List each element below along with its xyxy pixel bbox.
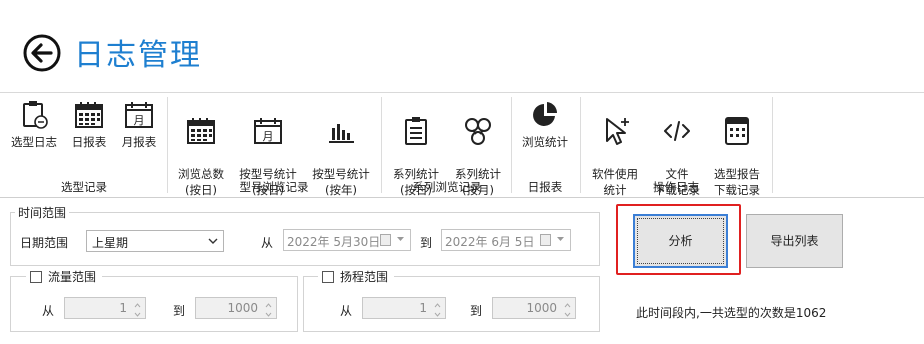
ribbon-group-label: 选型记录 (61, 180, 107, 194)
pie-chart-icon (533, 102, 558, 126)
chevron-down-icon (208, 238, 218, 244)
flow-range-checkbox[interactable] (30, 271, 42, 283)
ribbon-monthly-report[interactable]: 月 月报表 (116, 98, 162, 150)
ribbon-separator (511, 97, 512, 193)
export-button-label: 导出列表 (770, 234, 819, 248)
from-date-picker[interactable]: 2022年 5月30日 (283, 229, 411, 251)
ribbon-group-label: 操作日志 (653, 180, 699, 194)
spin-buttons[interactable] (262, 299, 275, 317)
calculator-icon (725, 117, 749, 145)
calendar-icon (187, 118, 215, 144)
flow-to-value: 1000 (227, 301, 258, 315)
ribbon-group-label: 日报表 (527, 180, 563, 194)
flow-to-label: 到 (173, 304, 186, 318)
summary-text: 此时间段内,一共选型的次数是1062 (636, 306, 827, 320)
ribbon-label: 月报表 (121, 135, 157, 149)
export-list-button[interactable]: 导出列表 (746, 214, 843, 268)
ribbon-label: 选型日志 (11, 135, 57, 149)
spin-buttons[interactable] (561, 299, 574, 317)
to-label: 到 (420, 236, 433, 250)
date-range-select[interactable]: 上星期 (86, 230, 224, 252)
ribbon-group-label: 型号浏览记录 (239, 180, 309, 194)
flow-range-header: 流量范围 (26, 268, 103, 285)
flow-from-input[interactable]: 1 (64, 297, 146, 319)
ribbon-label: 日报表 (71, 135, 107, 149)
flow-range-title: 流量范围 (48, 270, 97, 284)
time-range-title: 时间范围 (15, 204, 70, 221)
ribbon-browse-stats[interactable]: 浏览统计 (516, 98, 574, 150)
ribbon-separator (772, 97, 773, 193)
flow-from-value: 1 (119, 301, 127, 315)
focus-indicator (637, 218, 724, 264)
date-range-label: 日期范围 (20, 236, 69, 250)
code-icon (664, 121, 690, 141)
head-range-header: 扬程范围 (318, 268, 395, 285)
calendar-small-icon (380, 234, 391, 246)
header: 日志管理 (0, 0, 924, 92)
ribbon-daily-report[interactable]: 日报表 (66, 98, 112, 150)
calendar-month-icon: 月 (125, 102, 153, 128)
to-date-picker[interactable]: 2022年 6月 5日 (441, 229, 571, 251)
from-label: 从 (261, 236, 274, 250)
calendar-icon (75, 102, 103, 128)
spin-down-icon (564, 312, 571, 317)
ribbon-selection-log[interactable]: 选型日志 (6, 98, 62, 150)
calendar-month-icon: 月 (254, 118, 282, 144)
flow-from-label: 从 (42, 304, 55, 318)
ribbon-separator (580, 97, 581, 193)
clipboard-list-icon (405, 117, 427, 145)
flow-to-input[interactable]: 1000 (195, 297, 277, 319)
spin-down-icon (134, 312, 141, 317)
spin-down-icon (265, 312, 272, 317)
network-icon (465, 118, 491, 145)
chevron-down-icon (557, 237, 564, 241)
head-to-input[interactable]: 1000 (492, 297, 576, 319)
head-to-label: 到 (470, 304, 483, 318)
chevron-down-icon (397, 237, 404, 241)
head-range-title: 扬程范围 (340, 270, 389, 284)
clipboard-icon (23, 101, 48, 129)
svg-text:月: 月 (263, 130, 274, 143)
ribbon-separator (167, 97, 168, 193)
bar-chart-icon (329, 124, 354, 143)
head-from-value: 1 (419, 301, 427, 315)
head-range-checkbox[interactable] (322, 271, 334, 283)
spin-down-icon (434, 312, 441, 317)
page-title: 日志管理 (74, 38, 202, 73)
head-from-input[interactable]: 1 (362, 297, 446, 319)
svg-text:月: 月 (134, 114, 145, 127)
to-date-value: 2022年 6月 5日 (445, 235, 535, 249)
ribbon-separator (381, 97, 382, 193)
from-date-value: 2022年 5月30日 (287, 235, 381, 249)
back-arrow-icon[interactable] (22, 33, 62, 73)
ribbon-divider (0, 197, 924, 198)
head-to-value: 1000 (526, 301, 557, 315)
head-from-label: 从 (340, 304, 353, 318)
ribbon-group-label: 系列浏览记录 (412, 180, 482, 194)
spin-buttons[interactable] (131, 299, 144, 317)
spin-buttons[interactable] (431, 299, 444, 317)
ribbon-toolbar: 选型日志 日报表 月 月报表 选型记录 浏览总数 (按日) 月 按型号统计 (按… (0, 93, 924, 197)
calendar-small-icon (540, 234, 551, 246)
cursor-click-icon (606, 118, 629, 145)
date-range-value: 上星期 (92, 236, 129, 250)
ribbon-label: 浏览统计 (522, 135, 568, 149)
